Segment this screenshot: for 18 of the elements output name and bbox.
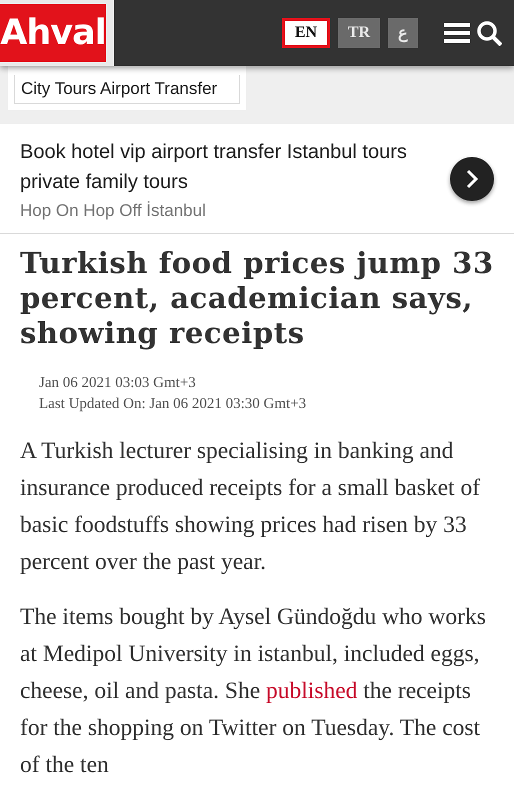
updated-date: Last Updated On: Jan 06 2021 03:30 Gmt+3 [39, 395, 308, 414]
language-tab[interactable]: ع [388, 18, 418, 48]
article-paragraph: The items bought by Aysel Gündoğdu who works at Medipol University in istanbul, included eggs, cheese, oil and pasta. She published the receipts for the shopping on Twitter on Tuesday. The cost of the ten [20, 603, 487, 780]
publish-date: Jan 06 2021 03:03 Gmt+3 [39, 374, 197, 393]
language-tab[interactable]: EN [282, 18, 330, 48]
search-icon[interactable] [476, 20, 502, 46]
language-tab[interactable]: TR [338, 18, 380, 48]
article-title: Turkish food prices jump 33 percent, academician says, showing receipts [20, 246, 494, 351]
article-link[interactable]: published [266, 678, 358, 704]
logo[interactable]: Ahval [0, 0, 114, 66]
next-button[interactable] [450, 156, 494, 200]
ad-card[interactable]: Book hotel vip airport transfer Istanbul tours private family tours Hop On Hop Off İstanbul [0, 124, 514, 234]
banner-caption: City Tours Airport Transfer [14, 75, 240, 104]
chevron-icon [465, 168, 479, 188]
article-paragraph: A Turkish lecturer specialising in banking and insurance produced receipts for a small basket of basic foodstuffs showing prices had risen by 33 percent over the past year. [20, 437, 482, 577]
menu-icon[interactable] [444, 22, 470, 44]
ad-text: Book hotel vip airport transfer Istanbul tours private family tours [20, 140, 408, 194]
ad-source: Hop On Hop Off İstanbul [20, 200, 207, 220]
